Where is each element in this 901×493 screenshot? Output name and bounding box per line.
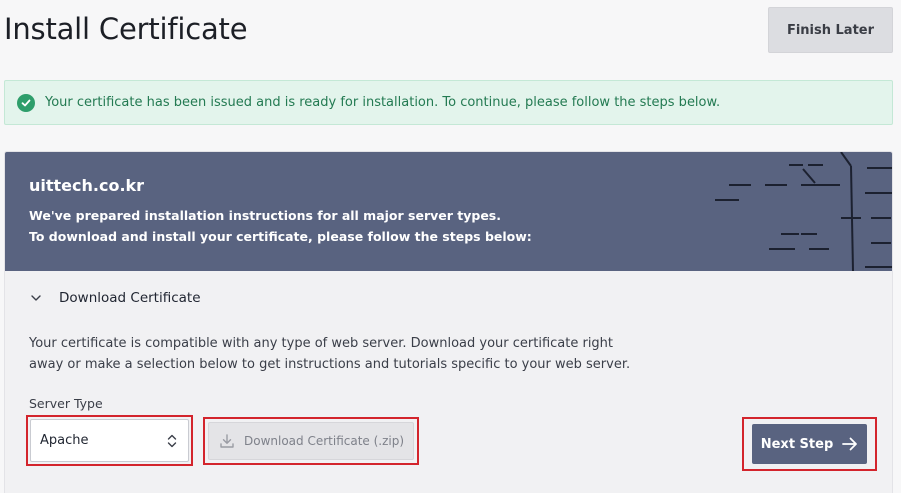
section-description-line-1: Your certificate is compatible with any … [29,336,614,351]
section-title: Download Certificate [59,290,201,306]
success-alert: Your certificate has been issued and is … [4,80,893,125]
server-type-select[interactable]: Apache [30,419,189,462]
instructions-banner: uittech.co.kr We've prepared installatio… [5,152,892,271]
server-type-select-highlight: Apache [26,415,193,466]
next-step-label: Next Step [760,436,834,452]
download-certificate-toggle[interactable]: Download Certificate [29,290,201,306]
download-button-highlight: Download Certificate (.zip) [203,417,419,465]
next-step-highlight: Next Step [742,417,877,471]
alert-message: Your certificate has been issued and is … [45,95,721,110]
select-arrows-icon [167,434,177,447]
download-button-label: Download Certificate (.zip) [244,434,405,448]
domain-name: uittech.co.kr [29,176,145,195]
banner-intro-line-2: To download and install your certificate… [29,229,532,244]
download-certificate-button[interactable]: Download Certificate (.zip) [208,422,414,460]
server-type-value: Apache [40,433,89,448]
server-type-label: Server Type [29,396,103,411]
next-step-button[interactable]: Next Step [752,424,867,464]
page-title: Install Certificate [4,12,248,46]
arrow-right-icon [842,437,858,451]
check-circle-icon [17,93,35,112]
finish-later-button[interactable]: Finish Later [768,7,893,53]
banner-decoration [715,152,892,271]
banner-intro-line-1: We've prepared installation instructions… [29,208,501,223]
install-card: uittech.co.kr We've prepared installatio… [4,151,893,493]
download-icon [220,434,234,448]
section-description-line-2: away or make a selection below to get in… [29,357,631,372]
chevron-down-icon [31,295,41,301]
